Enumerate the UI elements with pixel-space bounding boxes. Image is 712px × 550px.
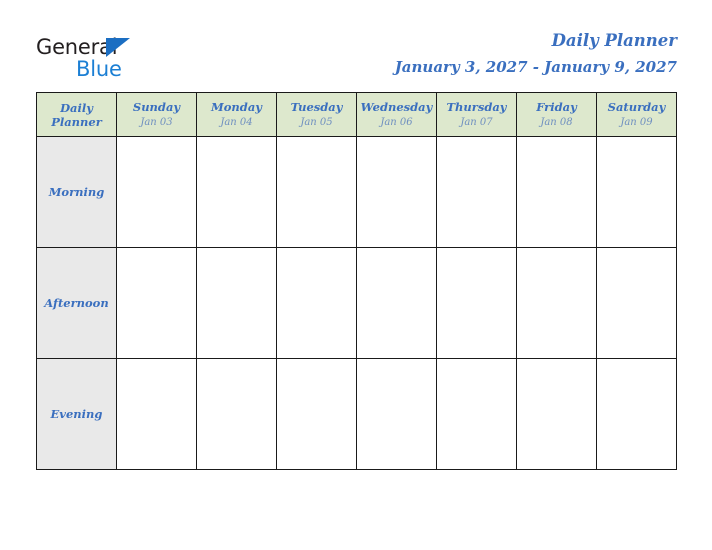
column-header-tuesday: Tuesday Jan 05	[276, 92, 357, 137]
planner-cell-evening-saturday[interactable]	[596, 358, 677, 470]
column-header-date: Jan 05	[300, 116, 333, 128]
daily-planner-table: Daily Planner Sunday Jan 03 Monday Jan 0…	[36, 92, 677, 470]
column-header-wednesday: Wednesday Jan 06	[356, 92, 437, 137]
planner-cell-morning-monday[interactable]	[196, 136, 277, 248]
column-header-monday: Monday Jan 04	[196, 92, 277, 137]
column-header-day-name: Sunday	[132, 99, 181, 114]
row-label-text: Afternoon	[44, 296, 109, 310]
planner-cell-evening-wednesday[interactable]	[356, 358, 437, 470]
brand-logo: General Blue	[36, 36, 236, 84]
column-header-date: Jan 04	[220, 116, 253, 128]
brand-logo-text-blue: Blue	[76, 57, 122, 81]
column-header-day-name: Saturday	[607, 99, 666, 114]
row-label-text: Morning	[48, 185, 105, 199]
column-header-saturday: Saturday Jan 09	[596, 92, 677, 137]
column-header-date: Jan 03	[140, 116, 173, 128]
planner-cell-evening-monday[interactable]	[196, 358, 277, 470]
page-header: General Blue Daily Planner January 3, 20…	[0, 0, 712, 92]
planner-cell-afternoon-tuesday[interactable]	[276, 247, 357, 359]
column-header-day-name: Friday	[536, 99, 577, 114]
planner-cell-afternoon-friday[interactable]	[516, 247, 597, 359]
column-header-date: Jan 07	[460, 116, 493, 128]
planner-cell-afternoon-wednesday[interactable]	[356, 247, 437, 359]
planner-cell-afternoon-thursday[interactable]	[436, 247, 517, 359]
column-header-date: Jan 06	[380, 116, 413, 128]
planner-cell-morning-friday[interactable]	[516, 136, 597, 248]
corner-header-line1: Daily	[60, 100, 93, 115]
planner-cell-evening-sunday[interactable]	[116, 358, 197, 470]
table-row-afternoon: Afternoon	[36, 247, 677, 359]
planner-cell-evening-tuesday[interactable]	[276, 358, 357, 470]
planner-cell-afternoon-saturday[interactable]	[596, 247, 677, 359]
row-label-afternoon: Afternoon	[36, 247, 117, 359]
column-header-day-name: Tuesday	[290, 99, 343, 114]
page-title: Daily Planner	[551, 31, 677, 50]
brand-logo-triangle-icon	[106, 38, 130, 57]
column-header-day-name: Wednesday	[360, 99, 433, 114]
planner-cell-morning-thursday[interactable]	[436, 136, 517, 248]
planner-cell-afternoon-sunday[interactable]	[116, 247, 197, 359]
planner-cell-evening-friday[interactable]	[516, 358, 597, 470]
table-header-row: Daily Planner Sunday Jan 03 Monday Jan 0…	[36, 92, 677, 137]
column-header-day-name: Monday	[211, 99, 262, 114]
title-block: Daily Planner January 3, 2027 - January …	[395, 30, 677, 78]
row-label-morning: Morning	[36, 136, 117, 248]
date-range-label: January 3, 2027 - January 9, 2027	[394, 58, 677, 76]
planner-cell-morning-wednesday[interactable]	[356, 136, 437, 248]
table-row-evening: Evening	[36, 358, 677, 470]
column-header-date: Jan 08	[540, 116, 573, 128]
planner-cell-evening-thursday[interactable]	[436, 358, 517, 470]
row-label-evening: Evening	[36, 358, 117, 470]
planner-cell-morning-saturday[interactable]	[596, 136, 677, 248]
planner-cell-morning-tuesday[interactable]	[276, 136, 357, 248]
table-row-morning: Morning	[36, 136, 677, 248]
corner-header-line2: Planner	[51, 114, 102, 129]
column-header-friday: Friday Jan 08	[516, 92, 597, 137]
column-header-date: Jan 09	[620, 116, 653, 128]
column-header-day-name: Thursday	[446, 99, 507, 114]
column-header-thursday: Thursday Jan 07	[436, 92, 517, 137]
row-label-text: Evening	[50, 407, 103, 421]
planner-cell-afternoon-monday[interactable]	[196, 247, 277, 359]
column-header-sunday: Sunday Jan 03	[116, 92, 197, 137]
planner-cell-morning-sunday[interactable]	[116, 136, 197, 248]
table-corner-header: Daily Planner	[36, 92, 117, 137]
